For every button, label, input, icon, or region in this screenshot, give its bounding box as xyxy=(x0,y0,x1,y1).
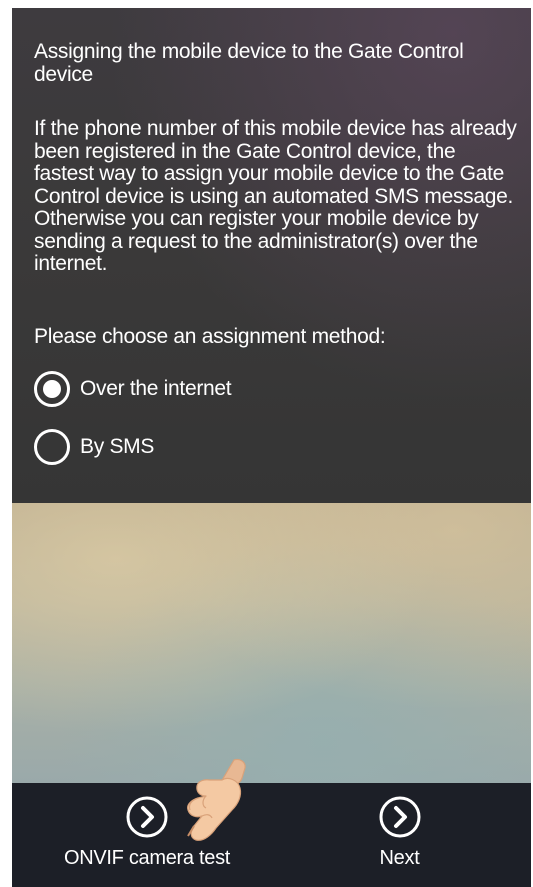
next-label: Next xyxy=(379,847,420,869)
radio-label-over-the-internet: Over the internet xyxy=(80,377,232,400)
radio-unchecked-icon[interactable] xyxy=(34,429,70,465)
radio-checked-icon[interactable] xyxy=(34,371,70,407)
bottom-navigation-bar: ONVIF camera test Next xyxy=(12,783,531,887)
radio-by-sms[interactable]: By SMS xyxy=(34,426,154,468)
assignment-panel: Assigning the mobile device to the Gate … xyxy=(12,8,531,503)
app-screen: Assigning the mobile device to the Gate … xyxy=(12,8,531,887)
next-button[interactable]: Next xyxy=(342,795,457,870)
assignment-prompt: Please choose an assignment method: xyxy=(34,325,386,348)
onvif-camera-test-label: ONVIF camera test xyxy=(63,847,231,869)
pointing-hand-icon xyxy=(187,758,246,841)
chevron-right-circle-icon xyxy=(126,796,168,838)
radio-over-the-internet[interactable]: Over the internet xyxy=(34,368,232,410)
page-title: Assigning the mobile device to the Gate … xyxy=(34,40,464,86)
chevron-right-circle-icon xyxy=(379,796,420,838)
background-photo xyxy=(12,503,531,783)
assignment-description: If the phone number of this mobile devic… xyxy=(34,117,517,275)
radio-label-by-sms: By SMS xyxy=(80,435,155,458)
